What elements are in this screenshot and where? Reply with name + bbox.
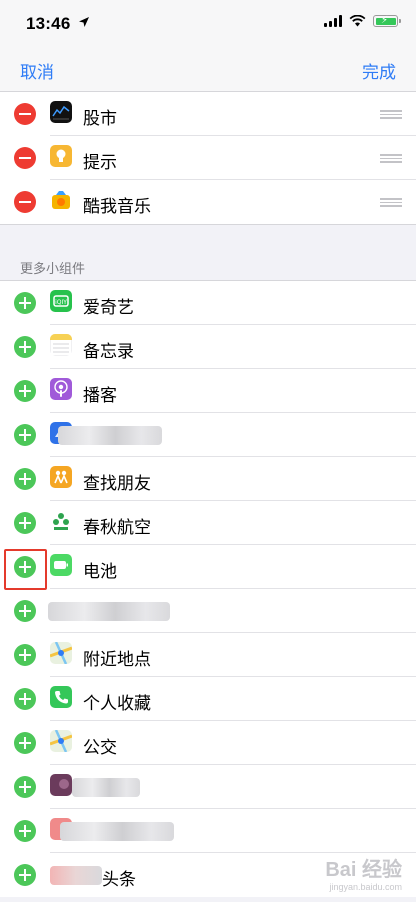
more-widget-row-podcasts: 播客 <box>0 369 416 413</box>
stocks-icon <box>50 101 72 123</box>
more-widget-row-maps-transit: 公交 <box>0 721 416 765</box>
done-button[interactable]: 完成 <box>362 58 396 83</box>
widget-label: 爱奇艺 <box>83 298 134 317</box>
widget-label: 个人收藏 <box>83 694 151 713</box>
included-widget-row-kuwo: 酷我音乐 <box>0 180 416 224</box>
more-widget-row-maps-nearby: 附近地点 <box>0 633 416 677</box>
obscured-label <box>72 778 140 797</box>
highlight-box <box>4 549 47 590</box>
widget-label: 公交 <box>83 738 117 757</box>
tips-icon <box>50 145 72 167</box>
remove-stocks-button[interactable] <box>14 103 36 125</box>
add-iqiyi-button[interactable] <box>14 292 36 314</box>
widget-label: 电池 <box>83 562 117 581</box>
more-widget-row-obscured <box>0 589 416 633</box>
widget-label: 提示 <box>83 153 117 172</box>
wifi-icon <box>349 15 366 27</box>
watermark-logo: Bai 经验 <box>325 859 402 881</box>
included-widget-row-tips: 提示 <box>0 136 416 180</box>
widget-label: 播客 <box>83 386 117 405</box>
find-friends-icon <box>50 466 72 488</box>
more-widget-row-obscured <box>0 765 416 809</box>
add-widget-button[interactable] <box>14 820 36 842</box>
reorder-handle-icon[interactable] <box>380 110 402 119</box>
cellular-signal-icon <box>324 15 342 27</box>
kuwo-music-icon <box>50 189 72 211</box>
remove-kuwo-music-button[interactable] <box>14 191 36 213</box>
more-widget-row-battery: 电池 <box>0 545 416 589</box>
spring-airlines-icon <box>50 510 72 532</box>
battery-widget-icon <box>50 554 72 576</box>
widget-label: 股市 <box>83 109 117 128</box>
widget-label: 备忘录 <box>83 342 134 361</box>
watermark-url: jingyan.baidu.com <box>329 882 402 892</box>
add-notes-button[interactable] <box>14 336 36 358</box>
add-news-button[interactable] <box>14 864 36 886</box>
add-maps-transit-button[interactable] <box>14 732 36 754</box>
add-spring-airlines-button[interactable] <box>14 512 36 534</box>
add-maps-nearby-button[interactable] <box>14 644 36 666</box>
reorder-handle-icon[interactable] <box>380 154 402 163</box>
status-bar: 13:46 ⚡ <box>0 0 416 44</box>
status-indicators: ⚡ <box>324 15 401 27</box>
more-widgets-header: 更多小组件 <box>20 261 86 276</box>
included-widgets-list: 股市 提示 酷我音乐 <box>0 92 416 225</box>
phone-favorites-icon <box>50 686 72 708</box>
add-widget-button[interactable] <box>14 424 36 446</box>
location-arrow-icon <box>79 17 89 27</box>
blurred-app-icon <box>50 774 72 796</box>
obscured-label <box>50 866 102 885</box>
add-phone-favorites-button[interactable] <box>14 688 36 710</box>
podcasts-icon <box>50 378 72 400</box>
add-find-friends-button[interactable] <box>14 468 36 490</box>
more-widget-row-spring-airlines: 春秋航空 <box>0 501 416 545</box>
reorder-handle-icon[interactable] <box>380 198 402 207</box>
watermark: Bai 经验 jingyan.baidu.com <box>325 853 402 892</box>
add-widget-button[interactable] <box>14 600 36 622</box>
nav-bar: 取消 完成 <box>0 44 416 92</box>
more-widget-row-phone-favorites: 个人收藏 <box>0 677 416 721</box>
iqiyi-icon: iQIY <box>50 290 72 312</box>
obscured-label <box>58 426 162 445</box>
battery-icon: ⚡ <box>373 15 401 27</box>
widget-label: 酷我音乐 <box>83 197 151 216</box>
notes-icon <box>50 334 72 356</box>
included-widget-row-stocks: 股市 <box>0 92 416 136</box>
maps-nearby-icon <box>50 642 72 664</box>
widget-label: 附近地点 <box>83 650 151 669</box>
cancel-button[interactable]: 取消 <box>20 58 54 83</box>
remove-tips-button[interactable] <box>14 147 36 169</box>
add-podcasts-button[interactable] <box>14 380 36 402</box>
more-widget-row-obscured <box>0 809 416 853</box>
obscured-label <box>48 602 170 621</box>
widget-label: 春秋航空 <box>83 518 151 537</box>
maps-transit-icon <box>50 730 72 752</box>
more-widget-row-notes: 备忘录 <box>0 325 416 369</box>
more-widget-row-find-friends: 查找朋友 <box>0 457 416 501</box>
more-widgets-list: iQIY 爱奇艺 备忘录 播客 查找朋友 春秋航空 电池 附近地点 个人收藏 公… <box>0 280 416 897</box>
widget-label: 头条 <box>102 870 136 889</box>
more-widget-row-obscured <box>0 413 416 457</box>
add-widget-button[interactable] <box>14 776 36 798</box>
more-widget-row-iqiyi: iQIY 爱奇艺 <box>0 281 416 325</box>
widget-label: 查找朋友 <box>83 474 151 493</box>
svg-text:iQIY: iQIY <box>55 299 67 306</box>
obscured-label <box>60 822 174 841</box>
status-time: 13:46 <box>26 14 71 33</box>
